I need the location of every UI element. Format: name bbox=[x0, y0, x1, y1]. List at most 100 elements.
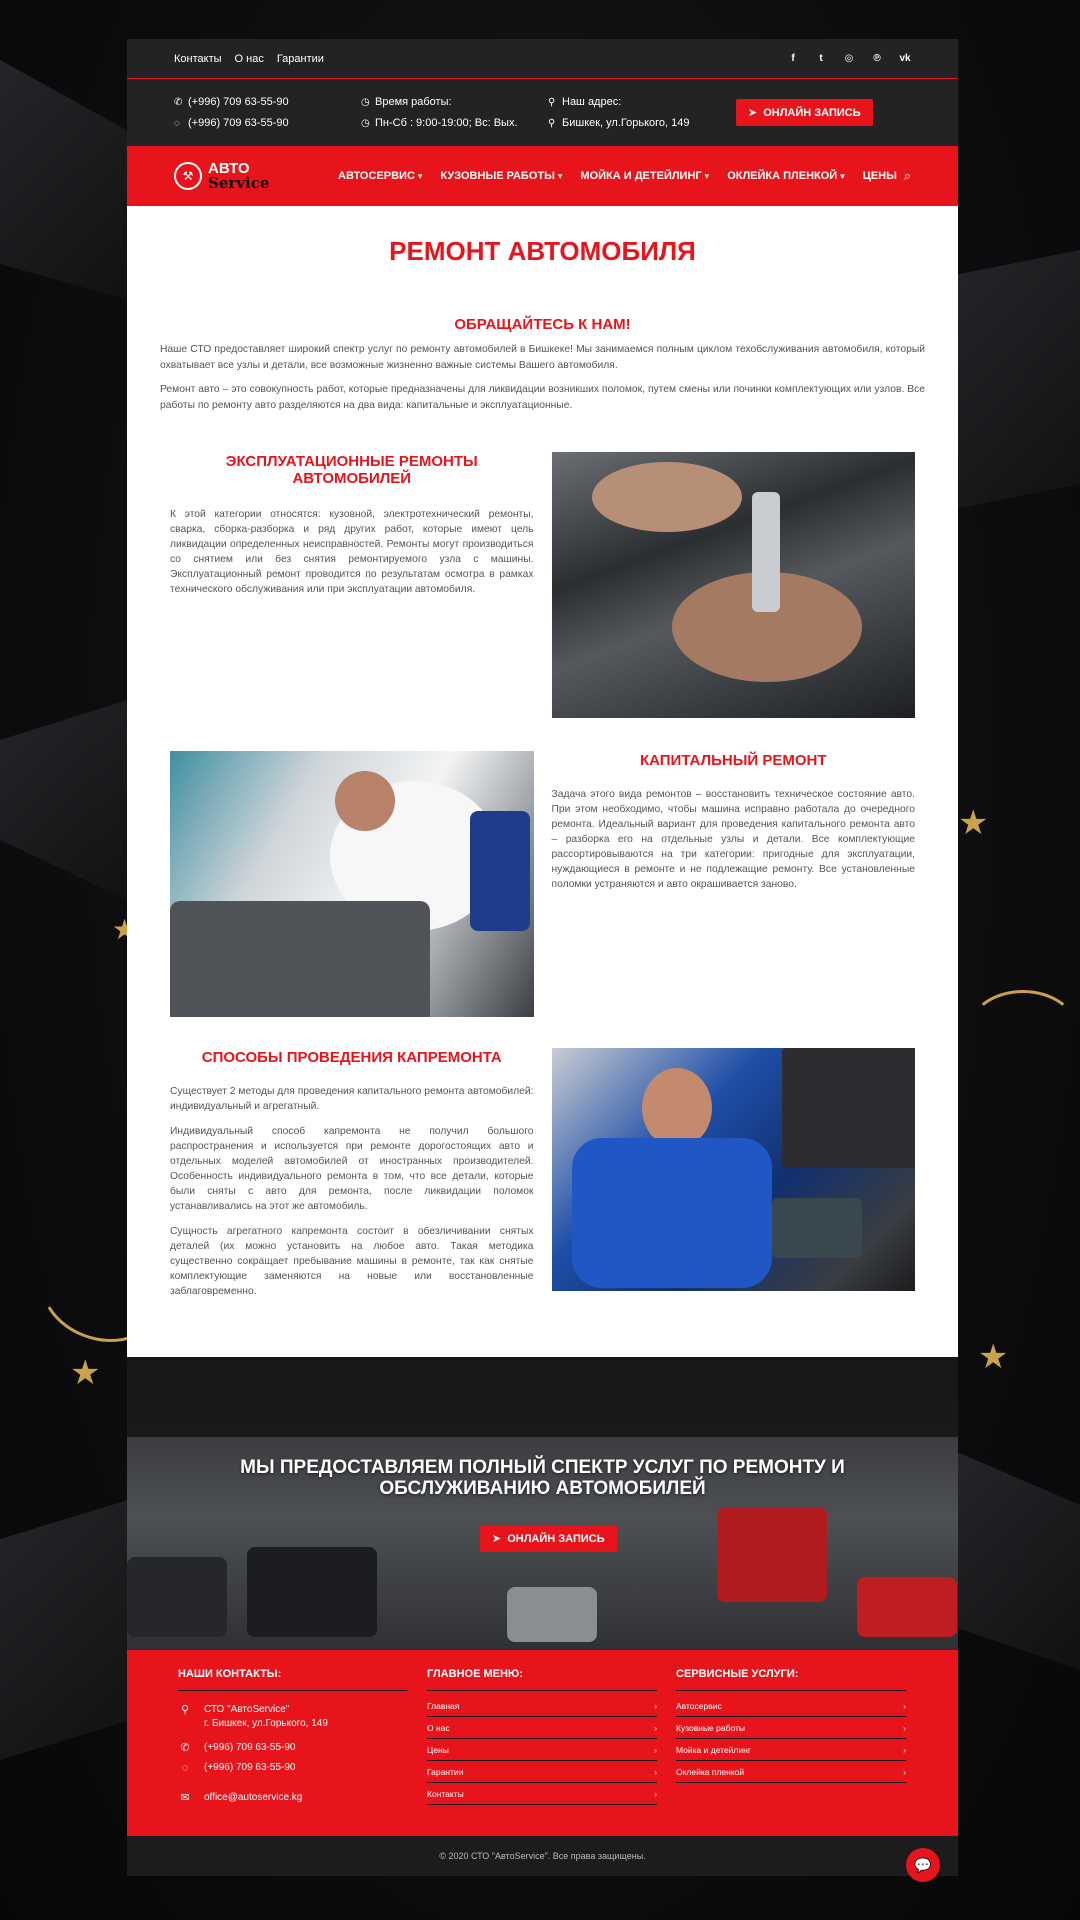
nav-item-autoservice[interactable]: АВТОСЕРВИС ▾ bbox=[338, 170, 422, 182]
chevron-right-icon: › bbox=[903, 1745, 906, 1755]
section-heading: СПОСОБЫ ПРОВЕДЕНИЯ КАПРЕМОНТА bbox=[201, 1049, 502, 1066]
section-heading: ЭКСПЛУАТАЦИОННЫЕ РЕМОНТЫ АВТОМОБИЛЕЙ bbox=[225, 453, 478, 487]
logo-text-service: Service bbox=[208, 174, 270, 192]
top-link-contacts[interactable]: Контакты bbox=[174, 53, 222, 65]
footer-main-menu: ГЛАВНОЕ МЕНЮ: Главная › О нас › Цены › Гара… bbox=[427, 1668, 657, 1836]
car-shape bbox=[857, 1577, 957, 1637]
chevron-right-icon: › bbox=[654, 1767, 657, 1777]
car-shape bbox=[127, 1557, 227, 1637]
address-block: ⚲ Наш адрес: ⚲ Бишкек, ул.Горького, 149 bbox=[548, 92, 736, 134]
background-shard bbox=[0, 700, 128, 900]
footer-menu-item-home[interactable]: Главная › bbox=[427, 1695, 657, 1717]
head-shape bbox=[641, 1068, 712, 1148]
car-shape bbox=[717, 1507, 827, 1602]
banner-heading: МЫ ПРЕДОСТАВЛЯЕМ ПОЛНЫЙ СПЕКТР УСЛУГ ПО … bbox=[240, 1457, 845, 1499]
nav-item-body-works[interactable]: КУЗОВНЫЕ РАБОТЫ ▾ bbox=[440, 170, 562, 182]
footer-menu-item-about[interactable]: О нас › bbox=[427, 1717, 657, 1739]
paper-plane-icon: ➤ bbox=[748, 107, 758, 119]
address-value: Бишкек, ул.Горького, 149 bbox=[562, 116, 690, 129]
online-booking-button[interactable]: ➤ ОНЛАЙН ЗАПИСЬ bbox=[736, 99, 873, 126]
photo-mechanic-engine bbox=[170, 751, 534, 1017]
cta-banner: МЫ ПРЕДОСТАВЛЯЕМ ПОЛНЫЙ СПЕКТР УСЛУГ ПО … bbox=[127, 1357, 958, 1650]
page-container: Контакты О нас Гарантии f t ◎ ℗ vk ✆ (+99… bbox=[127, 39, 958, 1876]
section-text: Задача этого вида ремонтов – восстановит… bbox=[551, 789, 916, 890]
section-heading: КАПИТАЛЬНЫЙ РЕМОНТ bbox=[639, 752, 827, 769]
chevron-right-icon: › bbox=[903, 1767, 906, 1777]
footer-menu-item-contacts[interactable]: Контакты › bbox=[427, 1783, 657, 1805]
main-content: РЕМОНТ АВТОМОБИЛЯ ОБРАЩАЙТЕСЬ К НАМ! Наш… bbox=[127, 206, 958, 413]
copyright: © 2020 СТО "АвтоService". Все права защи… bbox=[127, 1836, 958, 1876]
pinterest-icon[interactable]: ℗ bbox=[871, 53, 883, 64]
nav-item-wash-detailing[interactable]: МОЙКА И ДЕТЕЙЛИНГ ▾ bbox=[580, 170, 709, 182]
phones-block: ✆ (+996) 709 63-55-90 ◌ (+996) 709 63-55-9… bbox=[174, 92, 361, 134]
background-shard bbox=[952, 1450, 1080, 1670]
address-label: Наш адрес: bbox=[562, 95, 622, 108]
car-shape bbox=[507, 1587, 597, 1642]
search-icon[interactable]: ⌕ bbox=[904, 168, 911, 184]
main-nav: ⚒ АВТО Service АВТОСЕРВИС ▾ КУЗОВНЫЕ РАБО… bbox=[127, 146, 958, 206]
chevron-right-icon: › bbox=[654, 1789, 657, 1799]
footer-phone-2[interactable]: (+996) 709 63-55-90 bbox=[204, 1761, 295, 1775]
background-shard bbox=[0, 60, 130, 300]
photo-mechanic-diagnostics bbox=[551, 1048, 915, 1291]
nav-item-prices[interactable]: ЦЕНЫ bbox=[863, 170, 897, 182]
top-link-about[interactable]: О нас bbox=[235, 53, 264, 65]
intro-paragraph-2: Ремонт авто – это совокупность работ, ко… bbox=[160, 384, 925, 411]
whatsapp-icon: ◌ bbox=[174, 117, 180, 129]
chevron-down-icon: ▾ bbox=[417, 171, 423, 181]
hand-shape bbox=[591, 462, 742, 532]
whatsapp-icon: ◌ bbox=[181, 1762, 189, 1774]
footer-service-wash[interactable]: Мойка и детейлинг › bbox=[676, 1739, 906, 1761]
banner-booking-label: ОНЛАЙН ЗАПИСЬ bbox=[507, 1532, 605, 1545]
nav-item-film-wrap[interactable]: ОКЛЕЙКА ПЛЕНКОЙ ▾ bbox=[727, 170, 845, 182]
footer-phone-1[interactable]: (+996) 709 63-55-90 bbox=[204, 1741, 295, 1755]
map-pin-icon: ⚲ bbox=[548, 96, 556, 108]
chat-bubble-icon[interactable]: 💬 bbox=[906, 1848, 940, 1882]
top-link-guarantees[interactable]: Гарантии bbox=[277, 53, 324, 65]
section-text: К этой категории относятся: кузовной, эл… bbox=[170, 509, 534, 595]
mail-icon: ✉ bbox=[180, 1792, 190, 1804]
phone-icon: ✆ bbox=[180, 1742, 190, 1754]
footer-company: СТО "АвтоService" bbox=[204, 1704, 290, 1715]
logo[interactable]: ⚒ АВТО Service bbox=[174, 161, 338, 191]
section-text-3: Сущность агрегатного капремонта состоит … bbox=[170, 1226, 534, 1297]
chevron-right-icon: › bbox=[654, 1701, 657, 1711]
wrench-shape bbox=[751, 492, 780, 612]
phone-icon: ✆ bbox=[174, 96, 183, 108]
hours-block: ◷ Время работы: ◷ Пн-Сб : 9:00-19:00; Вс: … bbox=[361, 92, 548, 134]
clock-icon: ◷ bbox=[361, 96, 370, 108]
footer-service-autoservice[interactable]: Автосервис › bbox=[676, 1695, 906, 1717]
facebook-icon[interactable]: f bbox=[787, 53, 799, 64]
gold-ribbon bbox=[968, 990, 1078, 1070]
hood-shape bbox=[781, 1048, 915, 1168]
twitter-icon[interactable]: t bbox=[815, 53, 827, 64]
star-icon: ★ bbox=[958, 804, 989, 842]
chevron-down-icon: ▾ bbox=[840, 171, 845, 181]
background-shard bbox=[0, 1500, 128, 1760]
hours-label: Время работы: bbox=[375, 95, 452, 108]
chevron-right-icon: › bbox=[654, 1745, 657, 1755]
map-pin-icon: ⚲ bbox=[548, 117, 556, 129]
banner-booking-button[interactable]: ➤ ОНЛАЙН ЗАПИСЬ bbox=[480, 1525, 617, 1552]
footer-services-title: СЕРВИСНЫЕ УСЛУГИ: bbox=[676, 1668, 906, 1691]
banner-shade bbox=[127, 1357, 958, 1437]
info-bar: ✆ (+996) 709 63-55-90 ◌ (+996) 709 63-55-9… bbox=[127, 79, 958, 146]
phone-1[interactable]: (+996) 709 63-55-90 bbox=[188, 96, 289, 108]
background-shard bbox=[950, 250, 1080, 510]
section-capital-repair: КАПИТАЛЬНЫЙ РЕМОНТ Задача этого вида рем… bbox=[127, 751, 958, 1017]
footer-email[interactable]: office@autoservice.kg bbox=[204, 1791, 302, 1805]
footer-contacts-title: НАШИ КОНТАКТЫ: bbox=[178, 1668, 408, 1691]
scanner-shape bbox=[771, 1198, 862, 1258]
instagram-icon[interactable]: ◎ bbox=[843, 53, 855, 64]
chevron-right-icon: › bbox=[654, 1723, 657, 1733]
footer-menu-item-guarantees[interactable]: Гарантии › bbox=[427, 1761, 657, 1783]
section-capital-repair-methods: СПОСОБЫ ПРОВЕДЕНИЯ КАПРЕМОНТА Существует… bbox=[127, 1048, 958, 1299]
footer-menu-item-prices[interactable]: Цены › bbox=[427, 1739, 657, 1761]
logo-wrench-icon: ⚒ bbox=[174, 162, 202, 190]
footer-service-film[interactable]: Оклейка пленкой › bbox=[676, 1761, 906, 1783]
engine-shape bbox=[170, 901, 430, 1017]
phone-2[interactable]: (+996) 709 63-55-90 bbox=[188, 117, 289, 129]
footer-service-body-works[interactable]: Кузовные работы › bbox=[676, 1717, 906, 1739]
vk-icon[interactable]: vk bbox=[899, 53, 911, 64]
footer-address: г. Бишкек, ул.Горького, 149 bbox=[204, 1718, 328, 1729]
